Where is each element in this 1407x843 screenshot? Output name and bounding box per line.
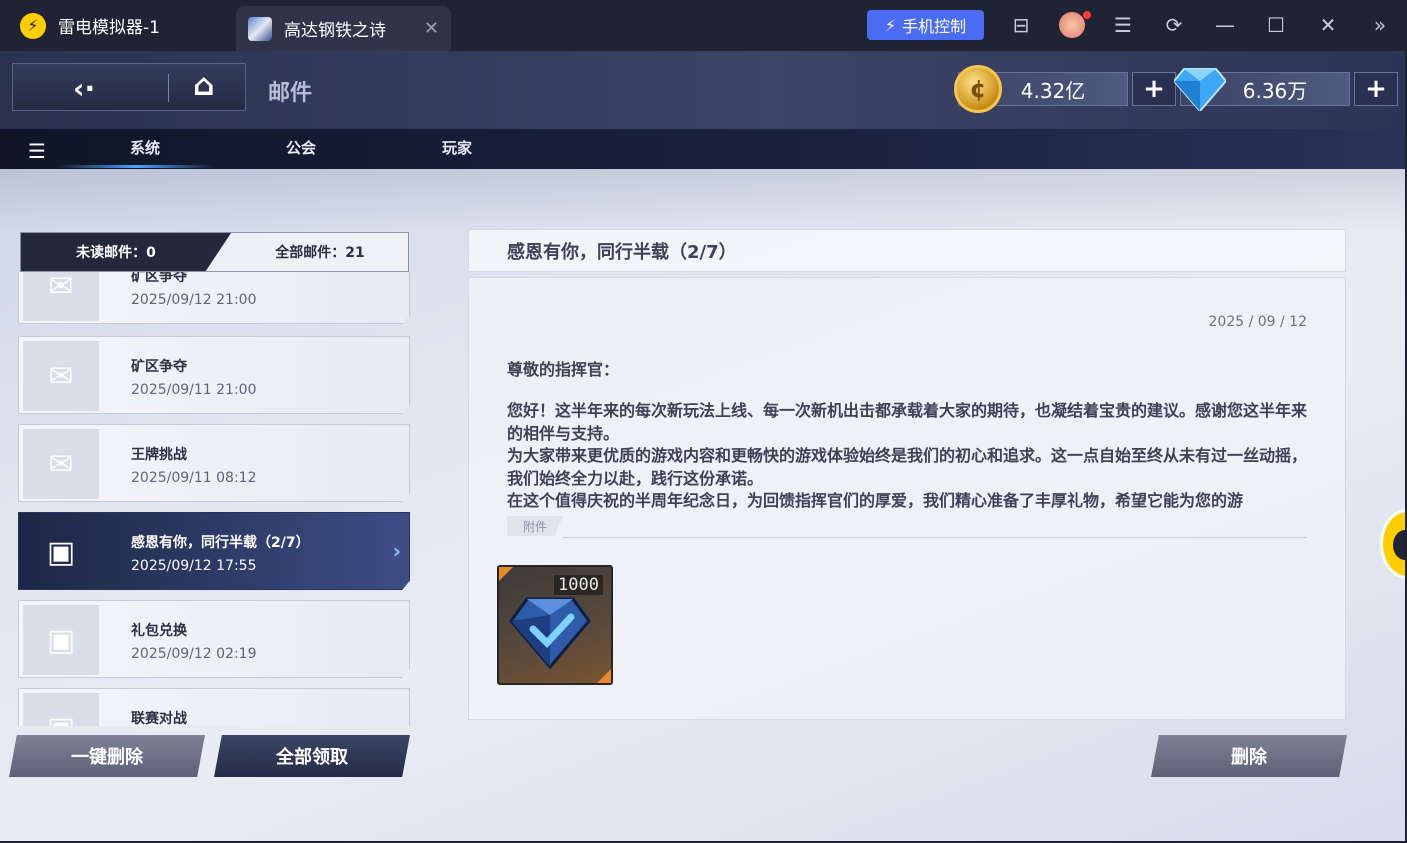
mail-tabbar: ☰ 系统 公会 玩家 [0, 129, 1405, 169]
app-tab[interactable]: ⚡ 雷电模拟器-1 [0, 0, 232, 51]
rarity-corner [499, 567, 513, 581]
reward-quantity: 1000 [554, 575, 603, 595]
avatar-icon[interactable] [1059, 12, 1085, 38]
mail-date: 2025/09/12 02:19 [131, 646, 257, 662]
diamond-currency: 6.36万 + [1174, 68, 1398, 111]
giftbox-icon: ▣ [23, 693, 99, 726]
mail-title: 感恩有你，同行半载（2/7） [131, 535, 310, 551]
list-item[interactable]: ✉ 王牌挑战 2025/09/11 08:12 [18, 424, 410, 502]
chevron-right-icon: › [392, 539, 401, 563]
mail-date: 2025/09/11 08:12 [131, 470, 257, 486]
list-item[interactable]: ✉ 矿区争夺 2025/09/11 21:00 [18, 336, 410, 414]
list-item[interactable]: ✉ 矿区争夺 2025/09/12 21:00 [18, 272, 410, 324]
tab-close-icon[interactable]: ✕ [424, 18, 439, 39]
mail-paragraph: 为大家带来更优质的游戏内容和更畅快的游戏体验始终是我们的初心和追求。这一点自始至… [507, 446, 1308, 488]
attachment-divider [563, 537, 1307, 538]
tab-guild[interactable]: 公会 [286, 137, 316, 158]
attachment-label: 附件 [507, 516, 563, 536]
giftbox-icon: ▣ [46, 534, 76, 570]
maximize-icon[interactable]: ☐ [1263, 12, 1289, 38]
add-diamond-button[interactable]: + [1354, 72, 1398, 106]
nav-box: ‹· ⌂ [12, 63, 246, 111]
total-count: 全部邮件：21 [275, 245, 365, 261]
game-app-icon [248, 16, 272, 41]
mail-title: 矿区争夺 [131, 272, 187, 285]
mail-detail-title: 感恩有你，同行半载（2/7） [468, 229, 1346, 272]
game-topbar: ‹· ⌂ 邮件 ¢ 4.32亿 + 6.36万 + [0, 51, 1405, 129]
envelope-icon: ✉ [23, 341, 99, 411]
mail-counter-bar: 未读邮件：0 全部邮件：21 [20, 232, 409, 272]
menu-icon[interactable]: ☰ [1110, 12, 1136, 38]
tab-player[interactable]: 玩家 [442, 137, 472, 158]
mail-detail-date: 2025 / 09 / 12 [1208, 314, 1308, 330]
phone-control-button[interactable]: ⚡ 手机控制 [867, 10, 984, 40]
mail-date: 2025/09/12 17:55 [131, 558, 257, 574]
mail-title: 联赛对战 [131, 711, 187, 726]
close-icon[interactable]: ✕ [1315, 12, 1341, 38]
emulator-titlebar: ⚡ 雷电模拟器-1 高达钢铁之诗 ✕ ⚡ 手机控制 ⊟ ☰ ⟳ — ☐ ✕ » [0, 0, 1407, 51]
rarity-corner [597, 669, 611, 683]
mail-detail-body: 2025 / 09 / 12 尊敬的指挥官： 您好！这半年来的每次新玩法上线、每… [468, 277, 1346, 720]
add-gold-button[interactable]: + [1132, 72, 1176, 106]
delete-button[interactable]: 删除 [1151, 735, 1347, 777]
leidian-logo-icon: ⚡ [20, 12, 46, 39]
mail-greeting: 尊敬的指挥官： [507, 360, 620, 379]
blue-gem-icon [509, 597, 591, 670]
mail-date: 2025/09/11 21:00 [131, 382, 257, 398]
rotate-icon[interactable]: ⟳ [1161, 12, 1187, 38]
toolbox-icon[interactable]: ⊟ [1008, 12, 1034, 38]
list-item[interactable]: ▣ 联赛对战 [18, 688, 410, 726]
notification-dot [1083, 11, 1091, 19]
home-icon[interactable]: ⌂ [193, 68, 214, 103]
claim-all-button[interactable]: 全部领取 [214, 735, 410, 777]
list-item-selected[interactable]: ▣ 感恩有你，同行半载（2/7） 2025/09/12 17:55 › [18, 512, 410, 590]
mail-list[interactable]: ✉ 矿区争夺 2025/09/12 21:00 ✉ 矿区争夺 2025/09/1… [18, 272, 412, 726]
mail-paragraph: 在这个值得庆祝的半周年纪念日，为回馈指挥官们的厚爱，我们精心准备了丰厚礼物，希望… [507, 491, 1244, 510]
unread-count: 未读邮件：0 [21, 233, 231, 271]
gold-coin-icon: ¢ [954, 65, 1002, 113]
back-icon[interactable]: ‹· [73, 72, 95, 105]
nav-separator [168, 74, 169, 102]
mail-title: 礼包兑换 [131, 623, 187, 639]
more-icon[interactable]: » [1367, 12, 1393, 38]
minimize-icon[interactable]: — [1212, 12, 1238, 38]
floating-assist-icon[interactable] [1380, 509, 1405, 579]
envelope-icon: ✉ [23, 429, 99, 499]
mail-title: 矿区争夺 [131, 359, 187, 375]
page-title: 邮件 [268, 81, 313, 106]
hamburger-menu-icon[interactable]: ☰ [28, 139, 46, 163]
app-title: 雷电模拟器-1 [58, 18, 160, 38]
delete-all-button[interactable]: 一键删除 [9, 735, 205, 777]
tab-system[interactable]: 系统 [130, 137, 160, 158]
mail-title: 王牌挑战 [131, 447, 187, 463]
game-tab-title: 高达钢铁之诗 [284, 21, 386, 41]
giftbox-icon: ▣ [23, 605, 99, 675]
gold-currency: ¢ 4.32亿 + [954, 65, 1176, 113]
phone-control-label: 手机控制 [902, 17, 967, 36]
mail-paragraph: 您好！这半年来的每次新玩法上线、每一次新机出击都承载着大家的期待，也凝结着宝贵的… [507, 401, 1308, 443]
mail-content: 您好！这半年来的每次新玩法上线、每一次新机出击都承载着大家的期待，也凝结着宝贵的… [507, 400, 1307, 513]
game-viewport: ‹· ⌂ 邮件 ¢ 4.32亿 + 6.36万 + ☰ 系统 公会 玩家 未读邮… [0, 51, 1405, 841]
list-item[interactable]: ▣ 礼包兑换 2025/09/12 02:19 [18, 600, 410, 678]
reward-item[interactable]: 1000 [497, 565, 613, 685]
active-tab-indicator [56, 165, 216, 168]
envelope-icon: ✉ [23, 272, 99, 321]
lightning-icon: ⚡ [884, 15, 897, 35]
game-tab[interactable]: 高达钢铁之诗 ✕ [236, 6, 451, 51]
mail-date: 2025/09/12 21:00 [131, 292, 257, 308]
diamond-icon [1174, 68, 1226, 111]
